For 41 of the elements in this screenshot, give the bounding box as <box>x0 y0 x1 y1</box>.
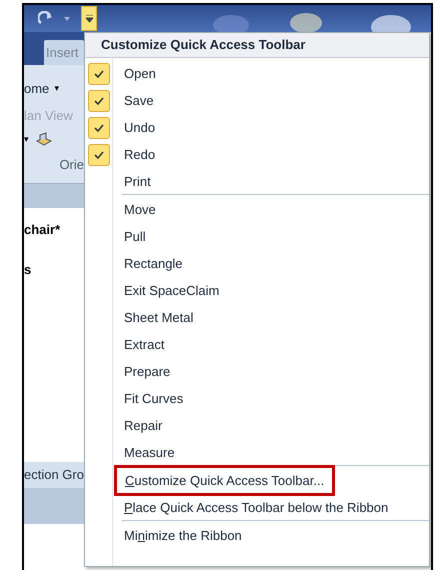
checkbox[interactable] <box>88 62 110 84</box>
group-label: Orie <box>59 156 84 174</box>
menu-item[interactable]: Measure <box>85 439 429 466</box>
redo-icon[interactable] <box>38 10 54 26</box>
customize-toolbar-button[interactable] <box>81 6 97 31</box>
checkmark-icon <box>94 124 104 132</box>
menu-item[interactable]: Repair <box>85 412 429 439</box>
menu-item[interactable]: Sheet Metal <box>85 304 429 331</box>
checkmark-icon <box>94 150 104 158</box>
menu-item[interactable]: Minimize the Ribbon <box>124 526 242 546</box>
menu-item[interactable]: Open <box>85 60 429 87</box>
menu-item[interactable]: Save <box>85 87 429 114</box>
menu-item[interactable]: Customize Quick Access Toolbar... <box>114 464 336 496</box>
menu-item[interactable]: Exit SpaceClaim <box>85 277 429 304</box>
menu-item[interactable]: Print <box>85 168 429 195</box>
ribbon-bottom-band <box>24 183 84 208</box>
section-group-header: ection Gro <box>24 462 84 488</box>
menu-item[interactable]: Move <box>85 196 429 223</box>
menu-item[interactable]: Fit Curves <box>85 385 429 412</box>
caret-icon: ▾ <box>24 133 29 147</box>
panel-band <box>24 488 84 524</box>
home-menu[interactable]: ome <box>24 79 50 98</box>
menu-item[interactable]: Redo <box>85 141 429 168</box>
checkbox[interactable] <box>88 116 110 138</box>
checkbox[interactable] <box>88 90 110 112</box>
panel-title: chair* <box>24 221 62 239</box>
caret-icon: ▾ <box>54 82 60 96</box>
menu-item[interactable]: Undo <box>85 114 429 141</box>
menu-item[interactable]: Rectangle <box>85 250 429 277</box>
dropdown-caret-icon[interactable] <box>64 16 70 20</box>
menu-item[interactable]: Place Quick Access Toolbar below the Ribbon <box>124 498 388 518</box>
menu-item[interactable]: Pull <box>85 223 429 250</box>
box-icon[interactable] <box>35 132 53 148</box>
checkbox[interactable] <box>88 144 110 166</box>
checkmark-icon <box>94 70 104 78</box>
menu-item[interactable]: Extract <box>85 331 429 358</box>
caret-icon <box>86 14 92 22</box>
panel-text: s <box>24 260 32 278</box>
checkmark-icon <box>94 96 104 104</box>
menu-title: Customize Quick Access Toolbar <box>85 33 429 58</box>
menu-item[interactable]: Prepare <box>85 358 429 385</box>
